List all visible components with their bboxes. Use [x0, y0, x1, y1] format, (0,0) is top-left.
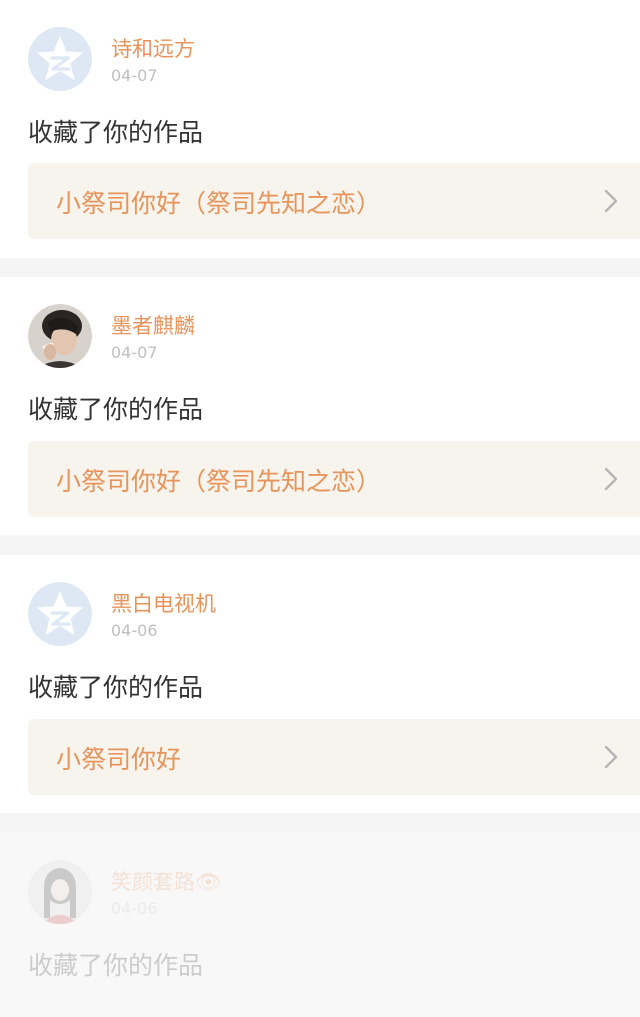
work-title: 小祭司你好（祭司先知之恋）: [56, 467, 382, 496]
chevron-right-icon: [604, 189, 618, 213]
work-link[interactable]: 小祭司你好（祭司先知之恋）: [28, 441, 640, 517]
action-text: 收藏了你的作品: [28, 673, 204, 702]
user-photo: [28, 860, 92, 924]
qzone-star-icon: [28, 582, 92, 646]
avatar[interactable]: [28, 27, 92, 91]
action-text: 收藏了你的作品: [28, 118, 204, 147]
user-name[interactable]: 黑白电视机: [111, 588, 216, 618]
work-link[interactable]: 小祭司你好: [28, 719, 640, 795]
user-name[interactable]: 诗和远方: [111, 33, 195, 63]
avatar[interactable]: [28, 304, 92, 368]
chevron-right-icon: [604, 467, 618, 491]
work-title: 小祭司你好: [56, 745, 182, 774]
notification-date: 04-07: [111, 343, 158, 362]
qzone-star-icon: [28, 27, 92, 91]
notification-date: 04-06: [111, 621, 158, 640]
notification-page: 诗和远方 04-07 收藏了你的作品 小祭司你好（祭司先知之恋） 墨者麒麟 04…: [0, 0, 640, 1017]
work-title: 小祭司你好（祭司先知之恋）: [56, 189, 382, 218]
notification-card: 诗和远方 04-07 收藏了你的作品 小祭司你好（祭司先知之恋）: [0, 0, 640, 258]
avatar[interactable]: [28, 582, 92, 646]
action-text: 收藏了你的作品: [28, 951, 204, 980]
user-name[interactable]: 笑颜套路👁: [111, 866, 222, 896]
avatar[interactable]: [28, 860, 92, 924]
notification-date: 04-06: [111, 899, 158, 918]
notification-card: 笑颜套路👁 04-06 收藏了你的作品: [0, 833, 640, 1017]
user-photo: [28, 304, 92, 368]
action-text: 收藏了你的作品: [28, 395, 204, 424]
work-link[interactable]: 小祭司你好（祭司先知之恋）: [28, 163, 640, 239]
user-name[interactable]: 墨者麒麟: [111, 310, 195, 340]
chevron-right-icon: [604, 745, 618, 769]
notification-card: 墨者麒麟 04-07 收藏了你的作品 小祭司你好（祭司先知之恋）: [0, 277, 640, 535]
notification-card: 黑白电视机 04-06 收藏了你的作品 小祭司你好: [0, 555, 640, 813]
notification-date: 04-07: [111, 66, 158, 85]
